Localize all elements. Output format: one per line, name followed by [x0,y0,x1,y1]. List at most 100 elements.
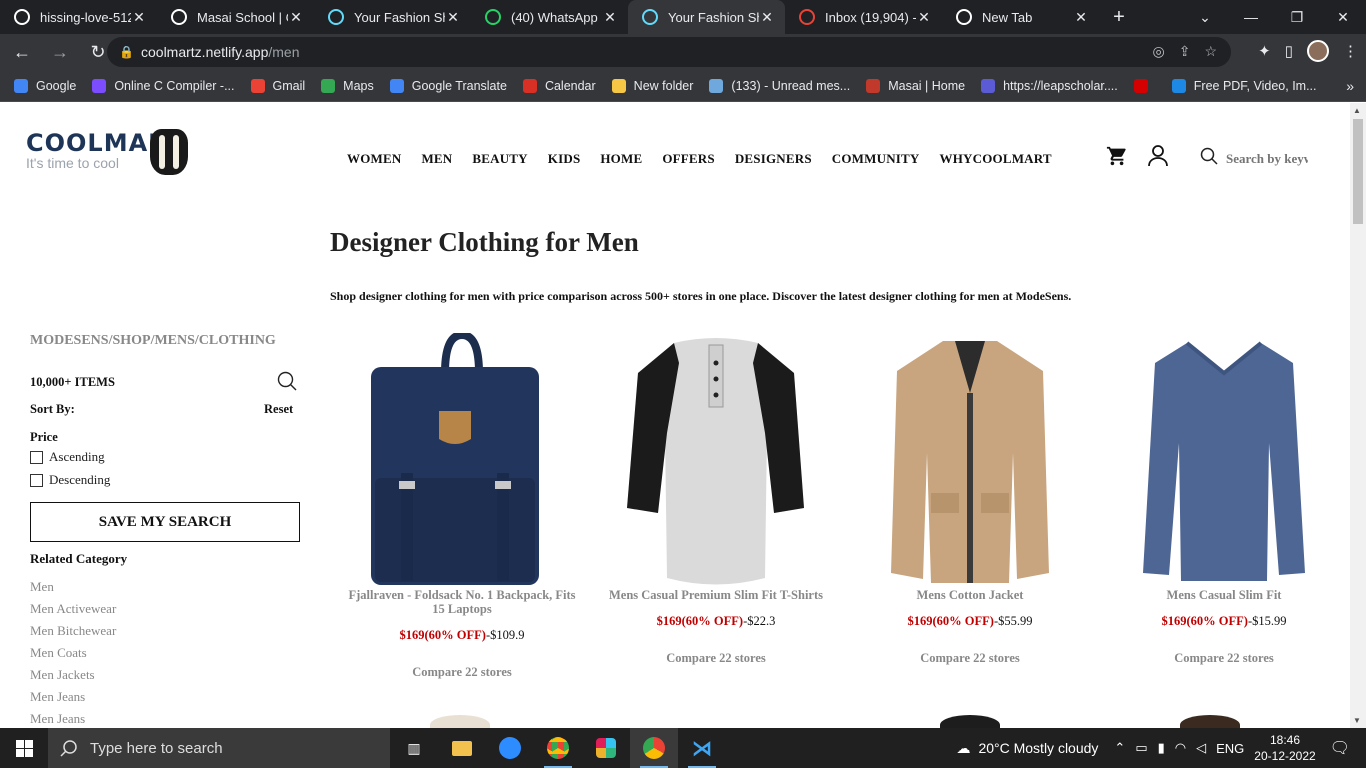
page-scrollbar[interactable]: ▲ ▼ [1350,103,1366,728]
product-card[interactable]: Fjallraven - Foldsack No. 1 Backpack, Fi… [335,330,589,680]
back-button[interactable]: ← [6,36,38,68]
filter-search-icon[interactable] [277,371,297,396]
zoom-icon[interactable] [486,728,534,768]
task-view-icon[interactable]: ▥ [390,728,438,768]
bookmark-item[interactable]: Google [14,78,76,93]
nav-link-offers[interactable]: OFFERS [662,151,714,167]
chrome-icon[interactable] [534,728,582,768]
compare-stores-link[interactable]: Compare 22 stores [335,665,589,680]
search-input[interactable] [1226,150,1308,167]
product-image-longsleeve[interactable] [1097,333,1350,588]
notifications-icon[interactable]: 🗨 [1330,738,1350,758]
descending-checkbox[interactable] [30,473,43,487]
product-name[interactable]: Mens Casual Slim Fit [1097,588,1350,602]
nav-link-home[interactable]: HOME [600,151,642,167]
nav-link-beauty[interactable]: BEAUTY [472,151,527,167]
coolmart-logo[interactable]: COOLMART It's time to cool [26,129,196,179]
side-panel-icon[interactable]: ▯ [1285,42,1293,60]
compare-stores-link[interactable]: Compare 22 stores [589,651,843,666]
share-icon[interactable]: ⇪ [1179,43,1191,60]
wifi-icon[interactable]: ◠ [1175,740,1186,756]
browser-tab[interactable]: New Tab ✕ [942,0,1099,34]
bookmark-item[interactable]: New folder [611,78,693,93]
product-name[interactable]: Mens Cotton Jacket [843,588,1097,602]
volume-icon[interactable]: ◁ [1196,740,1206,756]
meet-icon[interactable]: ▭ [1135,740,1147,756]
taskbar-search[interactable]: Type here to search [48,728,390,768]
browser-tab[interactable]: Masai School | Co✕ [157,0,314,34]
product-card[interactable]: Mens Cotton Jacket $169(60% OFF)-$55.99 … [843,333,1097,666]
related-category-link[interactable]: Men Bitchewear [30,623,116,645]
tray-overflow-icon[interactable]: ⌃ [1114,740,1125,756]
bookmark-item[interactable]: Free PDF, Video, Im... [1171,78,1317,93]
nav-link-men[interactable]: MEN [421,151,452,167]
compare-stores-link[interactable]: Compare 22 stores [843,651,1097,666]
search-icon[interactable] [1200,147,1218,170]
bookmark-item[interactable]: Calendar [522,78,596,93]
tab-close-icon[interactable]: ✕ [288,9,304,26]
product-name[interactable]: Mens Casual Premium Slim Fit T-Shirts [589,588,843,602]
save-search-button[interactable]: SAVE MY SEARCH [30,502,300,542]
related-category-link[interactable]: Men Jeans [30,689,116,711]
product-card[interactable]: Mens Casual Premium Slim Fit T-Shirts $1… [589,333,843,666]
browser-tab[interactable]: Your Fashion Sho✕ [314,0,471,34]
nav-link-whycoolmart[interactable]: WHYCOOLMART [940,151,1052,167]
related-category-link[interactable]: Men Jackets [30,667,116,689]
bookmark-item[interactable]: Masai | Home [866,78,965,93]
scroll-up-icon[interactable]: ▲ [1353,106,1361,115]
related-category-link[interactable]: Men Activewear [30,601,116,623]
weather-widget[interactable]: ☁ 20°C Mostly cloudy [956,740,1098,757]
related-category-link[interactable]: Men Coats [30,645,116,667]
battery-icon[interactable]: ▮ [1158,740,1165,756]
tab-close-icon[interactable]: ✕ [759,9,775,26]
scrollbar-thumb[interactable] [1353,119,1363,224]
chrome-profile-icon[interactable] [630,728,678,768]
vscode-icon[interactable]: ⋊ [678,728,726,768]
related-category-link[interactable]: Men Jeans [30,711,116,728]
slack-icon[interactable] [582,728,630,768]
tab-close-icon[interactable]: ✕ [1073,9,1089,26]
bookmark-item[interactable]: Gmail [250,78,305,93]
bookmark-star-icon[interactable]: ☆ [1204,43,1217,60]
bookmark-item[interactable]: Maps [321,78,374,93]
nav-link-kids[interactable]: KIDS [548,151,581,167]
tab-close-icon[interactable]: ✕ [916,9,932,26]
product-name[interactable]: Fjallraven - Foldsack No. 1 Backpack, Fi… [335,588,589,616]
nav-link-designers[interactable]: DESIGNERS [735,151,812,167]
breadcrumb[interactable]: MODESENS/SHOP/MENS/CLOTHING [30,333,276,349]
browser-tab[interactable]: (40) WhatsApp ✕ [471,0,628,34]
menu-icon[interactable]: ⋮ [1343,42,1358,60]
more-bookmarks-icon[interactable]: » [1346,78,1354,94]
browser-tab[interactable]: Your Fashion Sho✕ [628,0,785,34]
new-tab-button[interactable]: + [1099,0,1139,34]
ascending-option[interactable]: Ascending [30,449,105,465]
tab-search-icon[interactable]: ⌄ [1182,9,1228,26]
product-image-tshirt[interactable] [589,333,843,588]
close-window-button[interactable]: ✕ [1320,9,1366,26]
tab-close-icon[interactable]: ✕ [131,9,147,26]
tracking-blocked-icon[interactable]: ◎ [1152,43,1164,60]
restore-button[interactable]: ❐ [1274,9,1320,26]
browser-tab[interactable]: Inbox (19,904) - s✕ [785,0,942,34]
cart-icon[interactable] [1106,145,1128,173]
extensions-icon[interactable]: ✦ [1258,42,1271,60]
scroll-down-icon[interactable]: ▼ [1353,716,1361,725]
bookmark-item[interactable]: Online C Compiler -... [92,78,235,93]
compare-stores-link[interactable]: Compare 22 stores [1097,651,1350,666]
bookmark-item[interactable] [1133,78,1156,93]
account-icon[interactable] [1148,145,1168,172]
nav-link-women[interactable]: WOMEN [347,151,401,167]
tab-close-icon[interactable]: ✕ [445,9,461,26]
ascending-checkbox[interactable] [30,450,43,464]
descending-option[interactable]: Descending [30,472,110,488]
bookmark-item[interactable]: https://leapscholar.... [981,78,1118,93]
product-image-backpack[interactable] [335,330,589,588]
forward-button[interactable]: → [44,36,76,68]
profile-avatar[interactable] [1307,40,1329,62]
bookmark-item[interactable]: (133) - Unread mes... [709,78,850,93]
browser-tab[interactable]: hissing-love-5128✕ [0,0,157,34]
reset-button[interactable]: Reset [264,402,293,417]
related-category-link[interactable]: Men [30,579,116,601]
clock[interactable]: 18:46 20-12-2022 [1254,732,1315,764]
file-explorer-icon[interactable] [438,728,486,768]
